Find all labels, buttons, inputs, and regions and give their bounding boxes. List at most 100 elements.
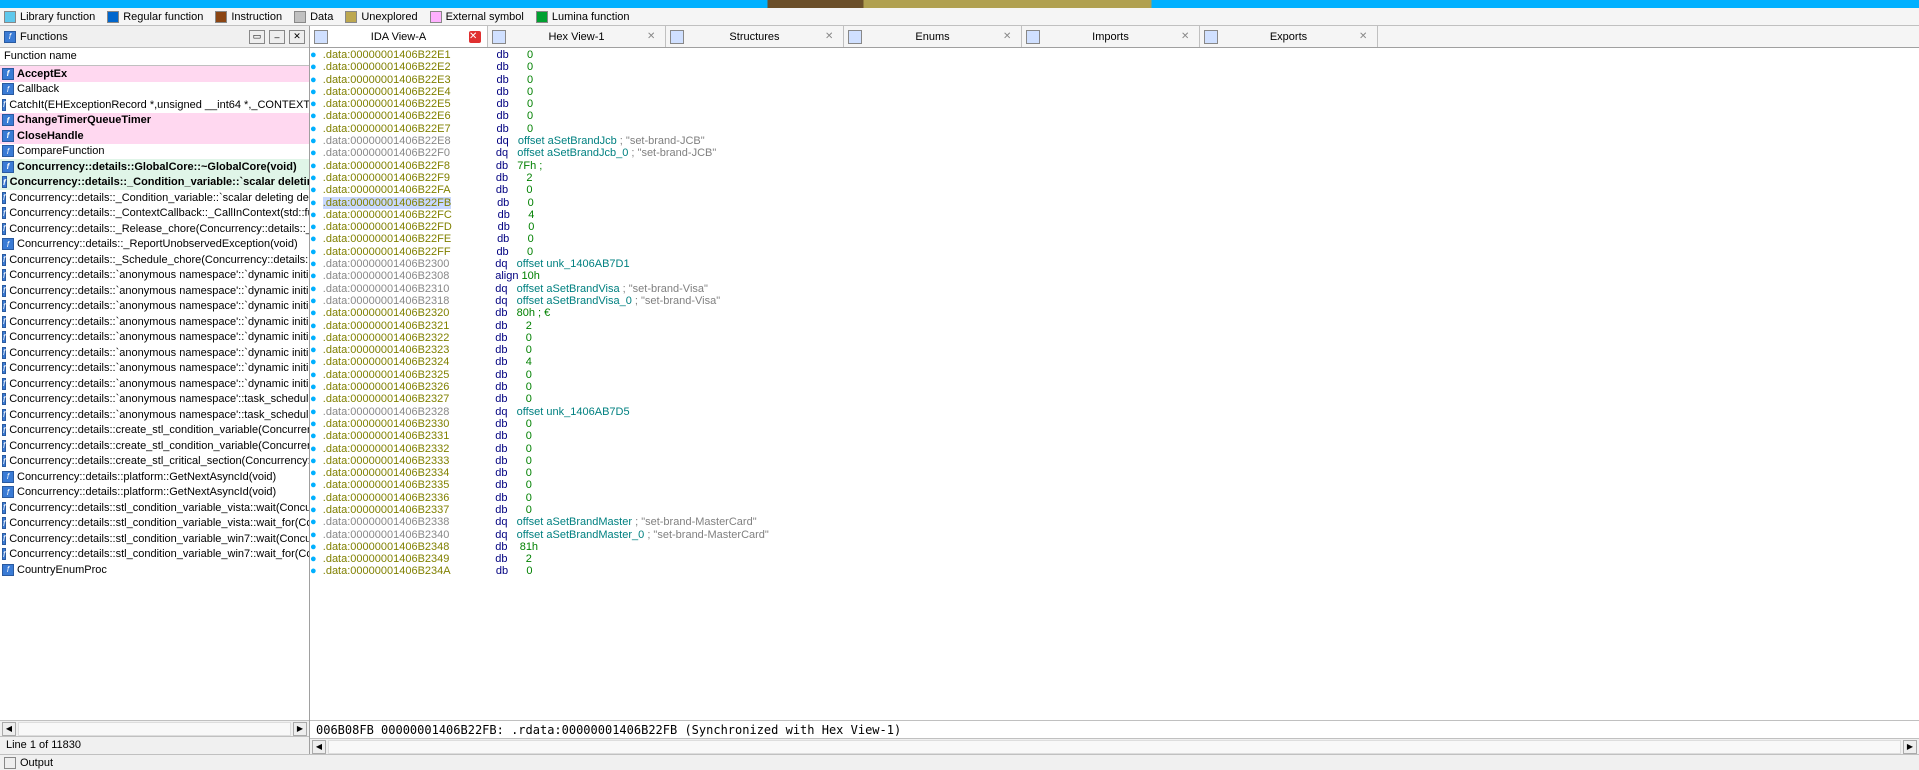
disasm-line[interactable]: ● .data:00000001406B22E8 dq offset aSetB… [310, 135, 1919, 147]
disasm-line[interactable]: ● .data:00000001406B22F8 db 7Fh ; [310, 160, 1919, 172]
function-row[interactable]: fConcurrency::details::`anonymous namesp… [0, 376, 309, 392]
tab-close-icon[interactable]: ✕ [1181, 31, 1193, 43]
disasm-line[interactable]: ● .data:00000001406B2300 dq offset unk_1… [310, 258, 1919, 270]
functions-column-header[interactable]: Function name [0, 48, 309, 66]
disasm-line[interactable]: ● .data:00000001406B2331 db 0 [310, 430, 1919, 442]
disasm-line[interactable]: ● .data:00000001406B2325 db 0 [310, 369, 1919, 381]
tab-structures[interactable]: Structures✕ [666, 26, 844, 47]
function-row[interactable]: fConcurrency::details::_Condition_variab… [0, 175, 309, 191]
function-row[interactable]: fCallback [0, 82, 309, 98]
tab-imports[interactable]: Imports✕ [1022, 26, 1200, 47]
disasm-line[interactable]: ● .data:00000001406B22E2 db 0 [310, 61, 1919, 73]
function-row[interactable]: fConcurrency::details::`anonymous namesp… [0, 361, 309, 377]
disasm-line[interactable]: ● .data:00000001406B22F9 db 2 [310, 172, 1919, 184]
disasm-line[interactable]: ● .data:00000001406B22FE db 0 [310, 233, 1919, 245]
function-row[interactable]: fConcurrency::details::_Schedule_chore(C… [0, 252, 309, 268]
function-row[interactable]: fConcurrency::details::_ReportUnobserved… [0, 237, 309, 253]
disasm-line[interactable]: ● .data:00000001406B22E1 db 0 [310, 49, 1919, 61]
function-row[interactable]: fConcurrency::details::platform::GetNext… [0, 469, 309, 485]
function-row[interactable]: fConcurrency::details::platform::GetNext… [0, 485, 309, 501]
tab-close-icon[interactable]: ✕ [647, 31, 659, 43]
function-row[interactable]: fChangeTimerQueueTimer [0, 113, 309, 129]
tab-close-icon[interactable]: ✕ [1003, 31, 1015, 43]
function-row[interactable]: fConcurrency::details::`anonymous namesp… [0, 283, 309, 299]
panel-restore-button[interactable]: ▭ [249, 30, 265, 44]
scroll-right-icon[interactable]: ▶ [1903, 740, 1917, 754]
panel-minimize-button[interactable]: – [269, 30, 285, 44]
disasm-line[interactable]: ● .data:00000001406B234A db 0 [310, 565, 1919, 577]
tab-ida-view-a[interactable]: IDA View-A✕ [310, 26, 488, 47]
function-row[interactable]: fConcurrency::details::`anonymous namesp… [0, 392, 309, 408]
tab-close-icon[interactable]: ✕ [469, 31, 481, 43]
disasm-line[interactable]: ● .data:00000001406B22E6 db 0 [310, 110, 1919, 122]
disasm-line[interactable]: ● .data:00000001406B22FC db 4 [310, 209, 1919, 221]
function-row[interactable]: fConcurrency::details::`anonymous namesp… [0, 268, 309, 284]
disasm-line[interactable]: ● .data:00000001406B22FD db 0 [310, 221, 1919, 233]
functions-hscrollbar[interactable]: ◀ ▶ [0, 720, 309, 736]
tab-exports[interactable]: Exports✕ [1200, 26, 1378, 47]
function-row[interactable]: fConcurrency::details::`anonymous namesp… [0, 330, 309, 346]
disasm-line[interactable]: ● .data:00000001406B2322 db 0 [310, 332, 1919, 344]
disasm-line[interactable]: ● .data:00000001406B22E7 db 0 [310, 123, 1919, 135]
function-row[interactable]: fConcurrency::details::stl_condition_var… [0, 516, 309, 532]
disasm-line[interactable]: ● .data:00000001406B2330 db 0 [310, 418, 1919, 430]
disasm-line[interactable]: ● .data:00000001406B2310 dq offset aSetB… [310, 283, 1919, 295]
function-row[interactable]: fConcurrency::details::`anonymous namesp… [0, 314, 309, 330]
disasm-line[interactable]: ● .data:00000001406B2333 db 0 [310, 455, 1919, 467]
function-row[interactable]: fCloseHandle [0, 128, 309, 144]
disasm-line[interactable]: ● .data:00000001406B22FB db 0 [310, 197, 1919, 209]
function-row[interactable]: fConcurrency::details::_Condition_variab… [0, 190, 309, 206]
scroll-left-icon[interactable]: ◀ [2, 722, 16, 736]
disasm-line[interactable]: ● .data:00000001406B2318 dq offset aSetB… [310, 295, 1919, 307]
function-row[interactable]: fConcurrency::details::_Release_chore(Co… [0, 221, 309, 237]
scroll-left-icon[interactable]: ◀ [312, 740, 326, 754]
function-row[interactable]: fConcurrency::details::`anonymous namesp… [0, 345, 309, 361]
disasm-line[interactable]: ● .data:00000001406B22E5 db 0 [310, 98, 1919, 110]
function-row[interactable]: fCompareFunction [0, 144, 309, 160]
disasm-line[interactable]: ● .data:00000001406B2327 db 0 [310, 393, 1919, 405]
disasm-line[interactable]: ● .data:00000001406B2338 dq offset aSetB… [310, 516, 1919, 528]
function-row[interactable]: fConcurrency::details::`anonymous namesp… [0, 299, 309, 315]
disasm-line[interactable]: ● .data:00000001406B2324 db 4 [310, 356, 1919, 368]
scroll-track[interactable] [18, 722, 291, 736]
function-row[interactable]: fConcurrency::details::`anonymous namesp… [0, 407, 309, 423]
disasm-line[interactable]: ● .data:00000001406B22E3 db 0 [310, 74, 1919, 86]
disasm-line[interactable]: ● .data:00000001406B2326 db 0 [310, 381, 1919, 393]
functions-list[interactable]: fAcceptExfCallbackfCatchIt(EHExceptionRe… [0, 66, 309, 720]
disasm-line[interactable]: ● .data:00000001406B2336 db 0 [310, 492, 1919, 504]
tab-hex-view-1[interactable]: Hex View-1✕ [488, 26, 666, 47]
disasm-line[interactable]: ● .data:00000001406B2348 db 81h [310, 541, 1919, 553]
disasm-line[interactable]: ● .data:00000001406B22FA db 0 [310, 184, 1919, 196]
disasm-line[interactable]: ● .data:00000001406B2321 db 2 [310, 320, 1919, 332]
tab-enums[interactable]: Enums✕ [844, 26, 1022, 47]
disasm-line[interactable]: ● .data:00000001406B2323 db 0 [310, 344, 1919, 356]
disasm-hscrollbar[interactable]: ◀ ▶ [310, 738, 1919, 754]
disasm-line[interactable]: ● .data:00000001406B2334 db 0 [310, 467, 1919, 479]
disasm-line[interactable]: ● .data:00000001406B2335 db 0 [310, 479, 1919, 491]
disasm-line[interactable]: ● .data:00000001406B22F0 dq offset aSetB… [310, 147, 1919, 159]
tab-close-icon[interactable]: ✕ [825, 31, 837, 43]
panel-close-button[interactable]: ✕ [289, 30, 305, 44]
output-panel-header[interactable]: Output [0, 754, 1919, 770]
disasm-line[interactable]: ● .data:00000001406B2332 db 0 [310, 443, 1919, 455]
disasm-line[interactable]: ● .data:00000001406B2337 db 0 [310, 504, 1919, 516]
scroll-right-icon[interactable]: ▶ [293, 722, 307, 736]
function-row[interactable]: fConcurrency::details::create_stl_condit… [0, 423, 309, 439]
navigation-overview-bar[interactable] [0, 0, 1919, 8]
disasm-line[interactable]: ● .data:00000001406B2320 db 80h ; € [310, 307, 1919, 319]
function-row[interactable]: fConcurrency::details::create_stl_critic… [0, 454, 309, 470]
disasm-line[interactable]: ● .data:00000001406B2340 dq offset aSetB… [310, 529, 1919, 541]
tab-close-icon[interactable]: ✕ [1359, 31, 1371, 43]
disasm-line[interactable]: ● .data:00000001406B2349 db 2 [310, 553, 1919, 565]
function-row[interactable]: fConcurrency::details::create_stl_condit… [0, 438, 309, 454]
function-row[interactable]: fConcurrency::details::stl_condition_var… [0, 500, 309, 516]
function-row[interactable]: fConcurrency::details::GlobalCore::~Glob… [0, 159, 309, 175]
function-row[interactable]: fAcceptEx [0, 66, 309, 82]
disasm-line[interactable]: ● .data:00000001406B22E4 db 0 [310, 86, 1919, 98]
function-row[interactable]: fConcurrency::details::stl_condition_var… [0, 531, 309, 547]
function-row[interactable]: fConcurrency::details::_ContextCallback:… [0, 206, 309, 222]
disassembly-view[interactable]: ● .data:00000001406B22E1 db 0● .data:000… [310, 48, 1919, 720]
disasm-line[interactable]: ● .data:00000001406B2308 align 10h [310, 270, 1919, 282]
scroll-track[interactable] [328, 740, 1901, 754]
function-row[interactable]: fCountryEnumProc [0, 562, 309, 578]
